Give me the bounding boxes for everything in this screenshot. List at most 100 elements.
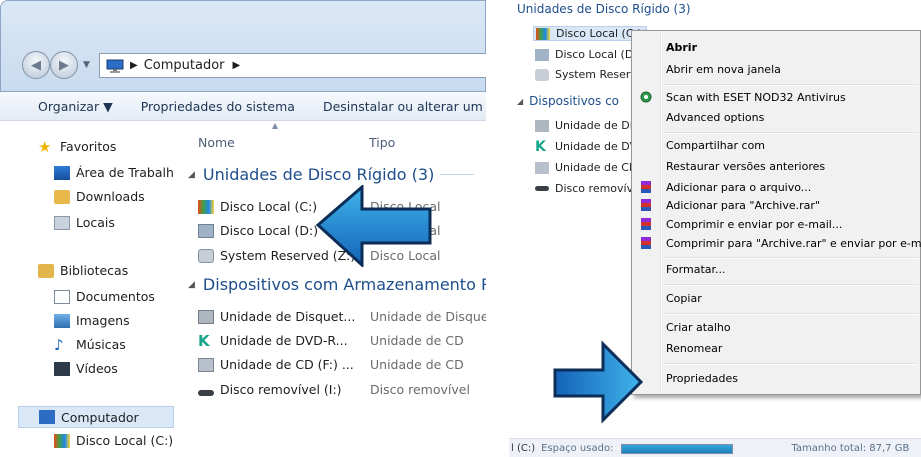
breadcrumb-chevron-icon: ▶ bbox=[232, 60, 241, 71]
menu-share-with[interactable]: Compartilhar com bbox=[666, 139, 765, 152]
nav-libraries[interactable]: Bibliotecas bbox=[38, 263, 128, 278]
nav-label: Imagens bbox=[76, 313, 130, 328]
tree-item-removable[interactable]: Disco removíve bbox=[535, 182, 640, 195]
menu-properties[interactable]: Propriedades bbox=[666, 372, 738, 385]
menu-add-to-archive-rar[interactable]: Adicionar para "Archive.rar" bbox=[666, 199, 820, 212]
back-button[interactable]: ◀ bbox=[22, 51, 50, 79]
menu-compress-email[interactable]: Comprimir e enviar por e-mail... bbox=[666, 218, 842, 231]
nav-documents[interactable]: Documentos bbox=[54, 289, 155, 304]
status-bar: l (C:) Espaço usado: Tamanho total: 87,7… bbox=[509, 438, 921, 457]
nav-images[interactable]: Imagens bbox=[54, 313, 130, 328]
downloads-folder-icon bbox=[54, 189, 70, 204]
system-properties-button[interactable]: Propriedades do sistema bbox=[141, 99, 295, 114]
device-row[interactable]: Unidade de CD (F:) ... Unidade de CD bbox=[198, 357, 464, 372]
menu-advanced-options[interactable]: Advanced options bbox=[666, 111, 764, 124]
drive-name: Disco Local (D:) bbox=[220, 223, 319, 238]
desktop-icon bbox=[54, 165, 70, 180]
menu-separator bbox=[663, 363, 918, 365]
history-dropdown-icon[interactable]: ▼ bbox=[83, 60, 90, 70]
tree-item-system-reserved[interactable]: System Reserve bbox=[535, 68, 644, 81]
menu-separator bbox=[663, 313, 918, 315]
drive-icon bbox=[535, 68, 549, 81]
nav-places[interactable]: Locais bbox=[54, 215, 115, 230]
nav-desktop[interactable]: Área de Trabalh bbox=[54, 165, 174, 180]
tree-item-local-d[interactable]: Disco Local (D:) bbox=[535, 48, 641, 61]
menu-copy[interactable]: Copiar bbox=[666, 292, 702, 305]
forward-button[interactable]: ▶ bbox=[50, 51, 78, 79]
column-header-name[interactable]: Nome bbox=[198, 135, 235, 150]
nav-computer[interactable]: Computador bbox=[18, 406, 174, 428]
nav-music[interactable]: ♪ Músicas bbox=[54, 337, 126, 352]
menu-open-new-window[interactable]: Abrir em nova janela bbox=[666, 63, 781, 76]
images-icon bbox=[54, 313, 70, 328]
drive-windows-icon bbox=[536, 27, 550, 40]
nav-downloads[interactable]: Downloads bbox=[54, 189, 145, 204]
organize-button[interactable]: Organizar ▼ bbox=[38, 99, 113, 114]
device-row[interactable]: K Unidade de DVD-R... Unidade de CD bbox=[198, 333, 464, 348]
tree-item-cd[interactable]: Unidade de CD bbox=[535, 161, 637, 174]
tree-item-dvd[interactable]: K Unidade de DV bbox=[535, 140, 638, 154]
menu-open[interactable]: Abrir bbox=[666, 41, 697, 54]
nav-label: Favoritos bbox=[60, 139, 117, 154]
menu-add-to-archive[interactable]: Adicionar para o arquivo... bbox=[666, 181, 811, 194]
command-bar: Organizar ▼ Propriedades do sistema Desi… bbox=[0, 92, 486, 121]
device-type: Unidade de CD bbox=[370, 357, 464, 372]
address-bar[interactable]: ▶ Computador ▶ bbox=[99, 53, 486, 78]
device-type: Disco removível bbox=[370, 382, 470, 397]
nav-local-disk-c[interactable]: Disco Local (C:) bbox=[54, 433, 173, 448]
tree-item-local-c[interactable]: Disco Local (C:) bbox=[533, 26, 647, 41]
floppy-drive-icon bbox=[198, 309, 214, 324]
collapse-icon: ◢ bbox=[188, 279, 195, 290]
drive-windows-icon bbox=[54, 433, 70, 448]
tree-label: Disco Local (C:) bbox=[556, 27, 642, 40]
nav-videos[interactable]: Vídeos bbox=[54, 361, 118, 376]
videos-icon bbox=[54, 361, 70, 376]
tree-item-floppy[interactable]: Unidade de Dis bbox=[535, 119, 639, 132]
group-header-hdd[interactable]: Unidades de Disco Rígido (3) bbox=[517, 2, 691, 16]
winrar-icon bbox=[641, 181, 651, 193]
breadcrumb-computador[interactable]: Computador bbox=[144, 58, 225, 73]
drive-icon bbox=[198, 248, 214, 263]
places-icon bbox=[54, 215, 70, 230]
nav-favorites[interactable]: ★ Favoritos bbox=[38, 139, 116, 154]
documents-icon bbox=[54, 289, 70, 304]
tree-label: Unidade de CD bbox=[555, 161, 638, 174]
explorer-context-menu-view: Unidades de Disco Rígido (3) Disco Local… bbox=[509, 0, 921, 457]
device-name: Unidade de Disquet... bbox=[220, 309, 356, 324]
removable-disk-icon bbox=[198, 389, 214, 396]
menu-eset-scan[interactable]: Scan with ESET NOD32 Antivirus bbox=[666, 91, 846, 104]
menu-separator bbox=[663, 284, 918, 286]
group-header-hdd[interactable]: ◢ Unidades de Disco Rígido (3) bbox=[188, 165, 475, 184]
group-label: Unidades de Disco Rígido (3) bbox=[202, 165, 435, 184]
uninstall-button[interactable]: Desinstalar ou alterar um bbox=[323, 99, 483, 114]
nav-label: Vídeos bbox=[76, 361, 118, 376]
menu-format[interactable]: Formatar... bbox=[666, 263, 726, 276]
status-total-size: Tamanho total: 87,7 GB bbox=[791, 443, 910, 454]
nav-label: Disco Local (C:) bbox=[76, 433, 174, 448]
computer-icon bbox=[39, 410, 55, 424]
device-row[interactable]: Disco removível (I:) Disco removível bbox=[198, 382, 470, 397]
menu-create-shortcut[interactable]: Criar atalho bbox=[666, 321, 731, 334]
tree-label: Unidade de DV bbox=[555, 140, 638, 153]
nav-label: Bibliotecas bbox=[60, 263, 129, 278]
menu-compress-rar-email[interactable]: Comprimir para "Archive.rar" e enviar po… bbox=[666, 237, 921, 250]
collapse-icon: ◢ bbox=[188, 169, 195, 180]
menu-restore-versions[interactable]: Restaurar versões anteriores bbox=[666, 160, 825, 173]
status-drive-label: l (C:) bbox=[511, 443, 536, 454]
drive-row[interactable]: Disco Local (D:) Disco Local bbox=[198, 223, 441, 238]
status-used-label: Espaço usado: bbox=[541, 443, 614, 454]
winrar-icon bbox=[641, 218, 651, 230]
pointer-arrow-icon bbox=[553, 340, 644, 424]
eset-icon bbox=[640, 91, 652, 103]
device-row[interactable]: Unidade de Disquet... Unidade de Disquet bbox=[198, 309, 486, 324]
nav-label: Locais bbox=[76, 215, 115, 230]
tree-label: Unidade de Dis bbox=[555, 119, 639, 132]
column-header-type[interactable]: Tipo bbox=[369, 135, 395, 150]
computer-icon bbox=[106, 59, 124, 73]
group-header-removable[interactable]: ◢ Dispositivos com Armazenamento Re bbox=[188, 275, 486, 294]
navigation-pane: ★ Favoritos Área de Trabalh Downloads Lo… bbox=[0, 121, 176, 457]
menu-rename[interactable]: Renomear bbox=[666, 342, 722, 355]
menu-separator bbox=[663, 84, 918, 86]
group-header-devices[interactable]: ◢ Dispositivos co bbox=[517, 94, 619, 108]
drive-row[interactable]: Disco Local (C:) Disco Local bbox=[198, 199, 441, 214]
